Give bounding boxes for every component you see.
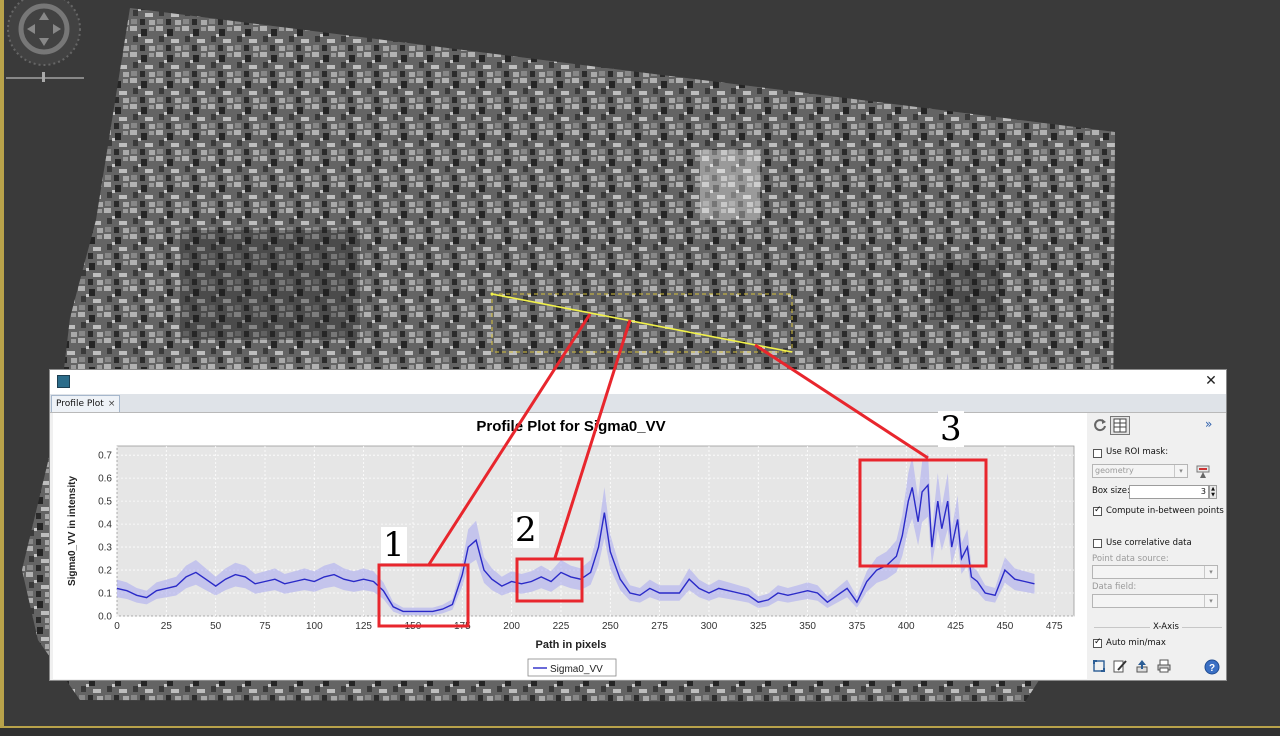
box-size-spinner[interactable]: ▲ ▼ bbox=[1209, 485, 1217, 499]
edit-icon[interactable] bbox=[1112, 658, 1128, 674]
use-correlative-label: Use correlative data bbox=[1106, 538, 1192, 548]
x-tick-label: 200 bbox=[503, 621, 520, 632]
x-tick-label: 100 bbox=[306, 621, 323, 632]
x-tick-label: 375 bbox=[849, 621, 866, 632]
x-tick-label: 75 bbox=[259, 621, 271, 632]
data-field-label: Data field: bbox=[1092, 582, 1137, 592]
print-icon[interactable] bbox=[1156, 658, 1172, 674]
x-axis-label: Path in pixels bbox=[536, 639, 607, 651]
auto-minmax-label: Auto min/max bbox=[1106, 638, 1166, 648]
x-tick-label: 400 bbox=[898, 621, 915, 632]
close-icon[interactable]: ✕ bbox=[1202, 372, 1220, 390]
y-tick-label: 0.7 bbox=[98, 451, 112, 462]
y-tick-label: 0.5 bbox=[98, 497, 112, 508]
profile-plot-window: ✕ Profile Plot × Profile Plot for Sigma0_… bbox=[49, 369, 1227, 681]
roi-mask-value: geometry bbox=[1095, 466, 1134, 475]
collapse-panel-button[interactable]: » bbox=[1205, 417, 1212, 431]
tab-profile-plot[interactable]: Profile Plot × bbox=[51, 395, 121, 412]
data-field-select[interactable]: ▾ bbox=[1092, 594, 1218, 608]
y-axis-ticks: 0.0 0.1 0.2 0.3 0.4 0.5 0.6 0.7 bbox=[98, 451, 112, 623]
x-tick-label: 300 bbox=[701, 621, 718, 632]
roi-mask-select[interactable]: geometry ▾ bbox=[1092, 464, 1188, 478]
use-roi-mask-checkbox[interactable] bbox=[1093, 449, 1102, 458]
y-tick-label: 0.4 bbox=[98, 520, 112, 531]
mask-manager-icon[interactable] bbox=[1194, 462, 1210, 478]
x-axis-section-label: X-Axis bbox=[1150, 622, 1182, 632]
annotation-label-3: 3 bbox=[938, 409, 964, 449]
y-axis-label: Sigma0_VV in intensity bbox=[67, 476, 78, 586]
window-titlebar: ✕ bbox=[50, 370, 1226, 394]
compute-between-checkbox[interactable] bbox=[1093, 505, 1102, 516]
x-axis-ticks: 0 25 50 75 100 125 150 175 200 225 250 275 300 325 350… bbox=[114, 621, 1063, 632]
plot-panel: Profile Plot for Sigma0_VV 0.0 0.1 0.2 0.3 0… bbox=[53, 413, 1087, 679]
y-tick-label: 0.3 bbox=[98, 543, 112, 554]
profile-chart[interactable]: Profile Plot for Sigma0_VV 0.00.10.20.30… bbox=[53, 413, 1087, 679]
x-tick-label: 350 bbox=[799, 621, 816, 632]
y-tick-label: 0.2 bbox=[98, 566, 112, 577]
point-source-select[interactable]: ▾ bbox=[1092, 565, 1218, 579]
legend-label: Sigma0_VV bbox=[550, 664, 603, 675]
tab-strip: Profile Plot × bbox=[50, 394, 1226, 413]
x-tick-label: 325 bbox=[750, 621, 767, 632]
compute-between-label: Compute in-between points bbox=[1106, 506, 1224, 516]
box-size-input[interactable]: 3 bbox=[1129, 485, 1209, 499]
tab-label: Profile Plot bbox=[56, 399, 104, 409]
x-tick-label: 125 bbox=[355, 621, 372, 632]
x-tick-label: 275 bbox=[651, 621, 668, 632]
x-tick-label: 25 bbox=[161, 621, 173, 632]
export-icon[interactable] bbox=[1134, 658, 1150, 674]
chart-title: Profile Plot for Sigma0_VV bbox=[476, 418, 665, 435]
x-tick-label: 175 bbox=[454, 621, 471, 632]
zoom-slider-handle bbox=[42, 72, 45, 82]
x-tick-label: 0 bbox=[114, 621, 120, 632]
help-icon[interactable]: ? bbox=[1203, 658, 1220, 675]
use-correlative-checkbox[interactable] bbox=[1093, 539, 1102, 548]
zoom-all-icon[interactable] bbox=[1091, 658, 1107, 674]
table-view-icon[interactable] bbox=[1110, 416, 1130, 435]
x-tick-label: 150 bbox=[405, 621, 422, 632]
x-tick-label: 225 bbox=[553, 621, 570, 632]
y-tick-label: 0.0 bbox=[98, 612, 112, 623]
point-source-label: Point data source: bbox=[1092, 554, 1169, 564]
x-tick-label: 250 bbox=[602, 621, 619, 632]
x-tick-label: 475 bbox=[1046, 621, 1063, 632]
navigation-control[interactable] bbox=[4, 0, 86, 84]
box-size-label: Box size: bbox=[1092, 486, 1130, 496]
x-tick-label: 450 bbox=[997, 621, 1014, 632]
annotation-label-2: 2 bbox=[513, 510, 539, 550]
y-tick-label: 0.6 bbox=[98, 474, 112, 485]
refresh-icon[interactable] bbox=[1092, 417, 1108, 433]
tab-close-icon[interactable]: × bbox=[108, 399, 116, 409]
auto-minmax-checkbox[interactable] bbox=[1093, 637, 1102, 648]
x-tick-label: 425 bbox=[947, 621, 964, 632]
annotation-label-1: 1 bbox=[381, 525, 407, 565]
svg-text:?: ? bbox=[1209, 663, 1215, 674]
app-icon bbox=[57, 375, 70, 388]
use-roi-mask-label: Use ROI mask: bbox=[1106, 447, 1169, 457]
profile-options-panel: » Use ROI mask: geometry ▾ Box size: 3 ▲ ▼… bbox=[1090, 413, 1226, 679]
x-tick-label: 50 bbox=[210, 621, 222, 632]
y-tick-label: 0.1 bbox=[98, 589, 112, 600]
